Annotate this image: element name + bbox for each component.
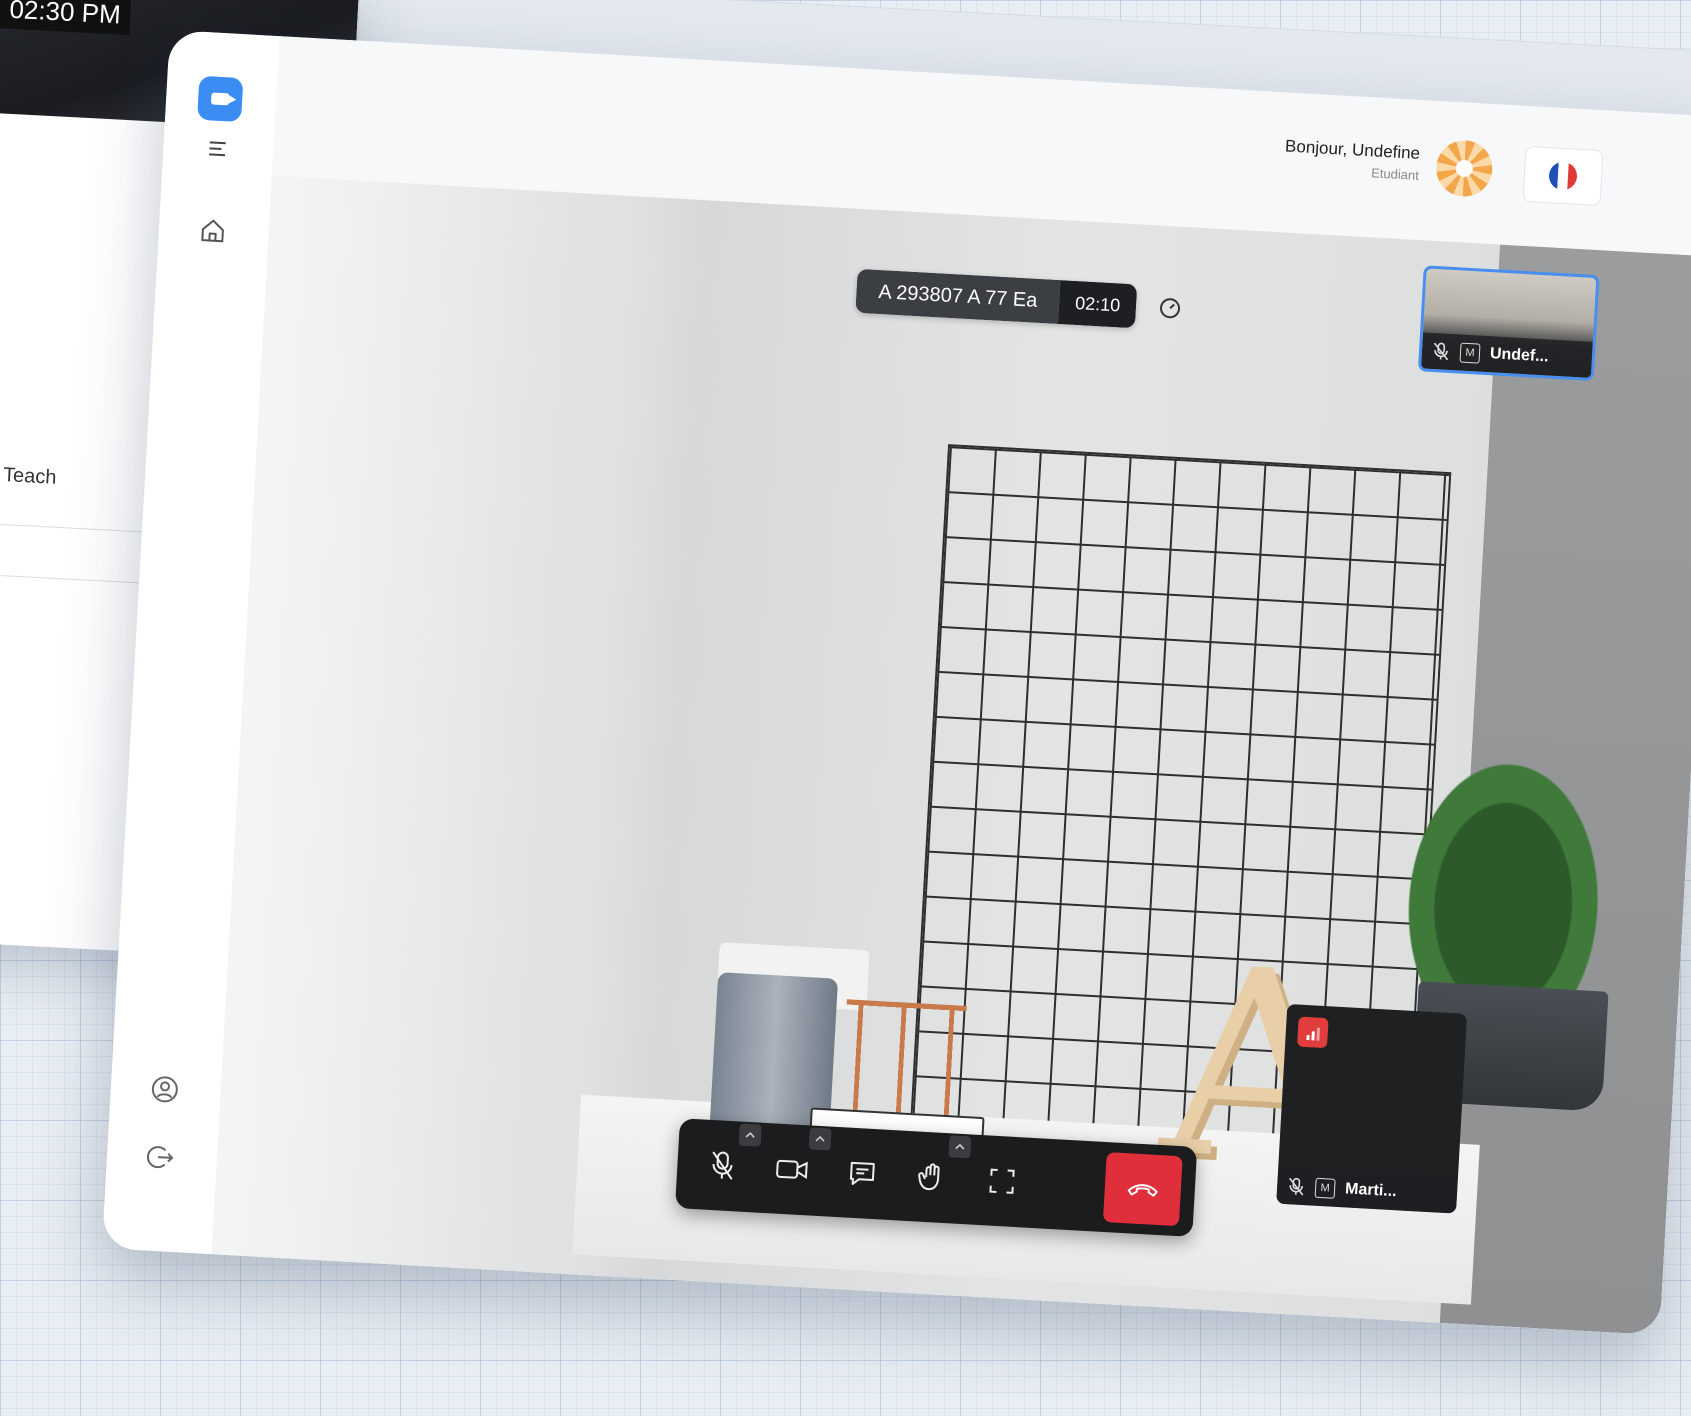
fullscreen-button[interactable] <box>969 1149 1034 1214</box>
hangup-icon <box>1127 1184 1158 1197</box>
moderator-badge: M <box>1459 342 1481 364</box>
mute-button[interactable] <box>690 1123 762 1198</box>
avatar[interactable] <box>1434 138 1494 198</box>
participant-tile[interactable]: M Undef... <box>1417 265 1600 382</box>
video-call-app: Bonjour, Undefine Etudiant A A 293807 A … <box>101 30 1691 1336</box>
raise-hand-icon <box>918 1163 940 1191</box>
raise-hand-button[interactable] <box>899 1135 972 1210</box>
camera-button[interactable] <box>760 1127 832 1202</box>
fullscreen-icon <box>989 1168 1015 1194</box>
camera-icon <box>776 1159 808 1180</box>
background-label: Teach <box>2 464 58 489</box>
hamburger-icon[interactable] <box>198 130 236 168</box>
participant-name: Marti... <box>1344 1180 1398 1201</box>
call-timer: 02:10 <box>1058 280 1138 329</box>
chevron-up-icon[interactable] <box>808 1127 832 1151</box>
user-greeting: Bonjour, Undefine Etudiant <box>1219 133 1421 182</box>
moderator-badge: M <box>1314 1177 1336 1199</box>
mic-off-icon <box>712 1151 733 1180</box>
weak-signal-icon <box>1297 1016 1329 1049</box>
room-info-chip: A 293807 A 77 Ea 02:10 <box>855 268 1138 329</box>
chevron-up-icon[interactable] <box>948 1135 972 1159</box>
speedometer-icon[interactable] <box>1155 293 1185 323</box>
zoom-logo-icon[interactable] <box>197 75 244 123</box>
language-button[interactable] <box>1522 145 1604 207</box>
participant-tile[interactable]: M Marti... <box>1276 1003 1468 1214</box>
video-stage: A A 293807 A 77 Ea 02:10 M Undef... M Ma… <box>211 175 1691 1336</box>
room-id: A 293807 A 77 Ea <box>855 268 1061 325</box>
mic-off-icon <box>1289 1177 1304 1196</box>
user-circle-icon[interactable] <box>146 1070 184 1108</box>
hangup-button[interactable] <box>1102 1152 1183 1227</box>
home-icon[interactable] <box>194 212 232 250</box>
mic-off-icon <box>1433 342 1449 361</box>
chevron-up-icon[interactable] <box>738 1123 762 1147</box>
chat-icon <box>849 1161 875 1185</box>
france-flag-icon <box>1548 161 1578 191</box>
participant-name: Undef... <box>1489 345 1550 366</box>
logout-icon[interactable] <box>142 1138 180 1176</box>
chat-button[interactable] <box>830 1141 895 1206</box>
